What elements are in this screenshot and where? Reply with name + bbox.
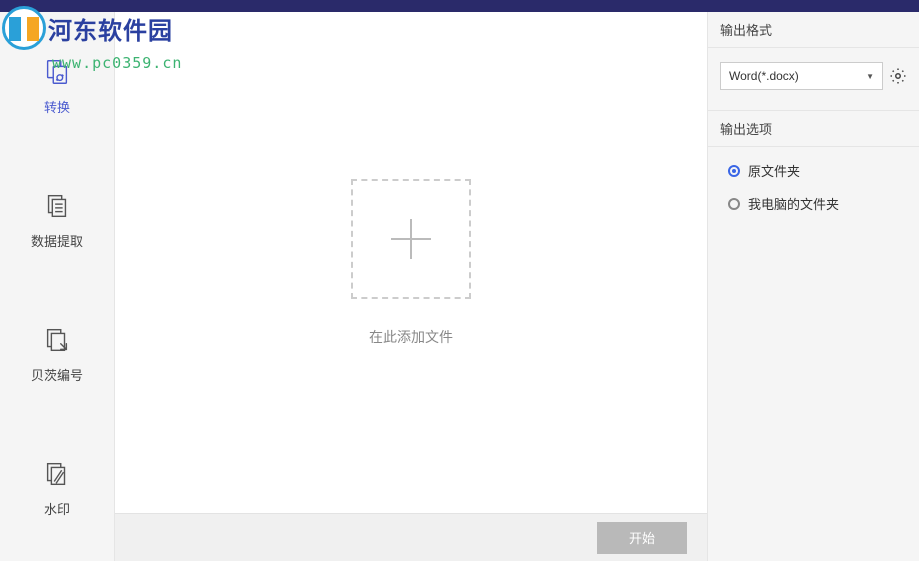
output-options-body: 原文件夹 我电脑的文件夹	[708, 147, 919, 233]
drop-box[interactable]	[351, 179, 471, 299]
watermark-overlay: 河东软件园 www.pc0359.cn	[2, 6, 173, 50]
start-button[interactable]: 开始	[597, 522, 687, 554]
gear-icon[interactable]	[889, 67, 907, 85]
radio-icon	[728, 198, 740, 210]
bottom-bar: 开始	[115, 513, 707, 561]
sidebar: 转换 数据提取 贝茨编号	[0, 12, 115, 561]
output-format-header: 输出格式	[708, 12, 919, 48]
radio-label: 原文件夹	[748, 161, 800, 180]
watermark-url: www.pc0359.cn	[52, 54, 182, 72]
main-container: 转换 数据提取 贝茨编号	[0, 12, 919, 561]
radio-my-computer-folder[interactable]: 我电脑的文件夹	[728, 194, 907, 213]
sidebar-item-watermark[interactable]: 水印	[0, 444, 114, 538]
drop-text: 在此添加文件	[369, 327, 453, 347]
output-format-body: Word(*.docx) ▼	[708, 48, 919, 111]
sidebar-item-label: 数据提取	[31, 231, 83, 250]
watermark-title: 河东软件园	[48, 11, 173, 46]
extract-icon	[42, 191, 72, 221]
chevron-down-icon: ▼	[866, 72, 874, 81]
center-area: 在此添加文件 开始	[115, 12, 707, 561]
right-panel: 输出格式 Word(*.docx) ▼ 输出选项 原	[707, 12, 919, 561]
watermark-icon	[42, 459, 72, 489]
sidebar-item-extract[interactable]: 数据提取	[0, 176, 114, 270]
format-select[interactable]: Word(*.docx) ▼	[720, 62, 883, 90]
radio-label: 我电脑的文件夹	[748, 194, 839, 213]
logo-icon	[2, 6, 46, 50]
output-options-header: 输出选项	[708, 111, 919, 147]
sidebar-item-label: 贝茨编号	[31, 365, 83, 384]
radio-icon	[728, 165, 740, 177]
drop-zone[interactable]: 在此添加文件	[115, 12, 707, 513]
sidebar-item-bates[interactable]: 贝茨编号	[0, 310, 114, 404]
bates-icon	[42, 325, 72, 355]
sidebar-item-label: 水印	[44, 499, 70, 518]
sidebar-item-label: 转换	[44, 97, 70, 116]
plus-icon	[391, 219, 431, 259]
format-select-value: Word(*.docx)	[729, 69, 799, 83]
radio-original-folder[interactable]: 原文件夹	[728, 161, 907, 180]
